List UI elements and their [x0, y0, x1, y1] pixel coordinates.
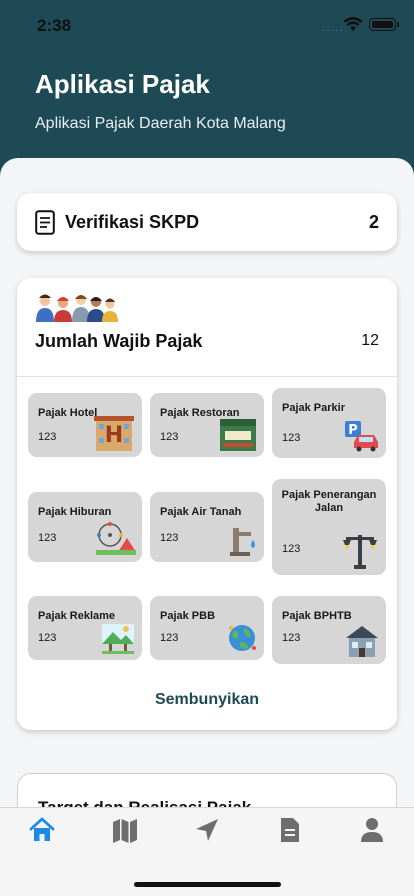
tile-pajak-hiburan[interactable]: Pajak Hiburan 123 — [28, 492, 142, 562]
tile-label: Pajak Parkir — [282, 402, 345, 414]
tile-pajak-penerangan-jalan[interactable]: Pajak Penerangan Jalan 123 — [272, 479, 386, 575]
home-icon — [29, 817, 55, 841]
tab-map[interactable] — [111, 816, 139, 844]
tile-pajak-reklame[interactable]: Pajak Reklame 123 — [28, 596, 142, 660]
main-content[interactable]: Verifikasi SKPD 2 Jumlah Wajib Pajak 12 … — [0, 158, 414, 896]
svg-text:P: P — [348, 423, 358, 438]
page-title: Aplikasi Pajak — [35, 69, 210, 99]
house-icon — [346, 626, 378, 657]
tile-label: Pajak Hotel — [38, 407, 98, 419]
tile-value: 123 — [38, 431, 57, 443]
tile-pajak-air-tanah[interactable]: Pajak Air Tanah 123 — [150, 492, 264, 562]
tile-pajak-parkir[interactable]: Pajak Parkir 123 P — [272, 388, 386, 458]
svg-text:H: H — [105, 423, 123, 448]
divider — [17, 376, 397, 377]
sembunyikan-button[interactable]: Sembunyikan — [17, 691, 397, 709]
tile-label: Pajak Reklame — [38, 610, 116, 622]
tile-pajak-restoran[interactable]: Pajak Restoran 123 — [150, 393, 264, 457]
amusement-park-icon — [96, 522, 136, 555]
tile-label: Pajak Hiburan — [38, 506, 112, 518]
globe-icon — [229, 625, 256, 651]
tile-label: Pajak Penerangan Jalan — [281, 489, 377, 514]
people-group-icon — [36, 294, 118, 322]
document-icon — [35, 210, 55, 235]
wajib-pajak-title: Jumlah Wajib Pajak — [35, 331, 203, 351]
tile-value: 123 — [38, 532, 57, 544]
home-indicator — [134, 882, 281, 887]
hotel-icon: H — [94, 416, 134, 451]
tile-label: Pajak BPHTB — [282, 610, 352, 622]
tile-value: 123 — [282, 632, 301, 644]
verifikasi-skpd-label: Verifikasi SKPD — [65, 212, 200, 232]
status-time: 2:38 — [37, 16, 72, 35]
tab-home[interactable] — [28, 816, 56, 844]
battery-icon — [369, 18, 399, 31]
map-icon — [113, 819, 137, 843]
status-bar: 2:38 ····· — [0, 0, 414, 52]
restaurant-icon — [220, 419, 256, 451]
tile-pajak-hotel[interactable]: Pajak Hotel 123 H — [28, 393, 142, 457]
verifikasi-skpd-card[interactable]: Verifikasi SKPD 2 — [17, 193, 397, 251]
street-light-icon — [343, 535, 377, 569]
page-subtitle: Aplikasi Pajak Daerah Kota Malang — [35, 115, 286, 132]
tile-value: 123 — [160, 632, 179, 644]
wajib-pajak-count: 12 — [361, 332, 379, 349]
signal-dots-icon: ····· — [322, 25, 344, 36]
app-header: Aplikasi Pajak Aplikasi Pajak Daerah Kot… — [0, 52, 414, 158]
verifikasi-skpd-count: 2 — [368, 212, 379, 232]
tile-label: Pajak Air Tanah — [160, 506, 242, 518]
tile-value: 123 — [282, 432, 301, 444]
tile-label: Pajak PBB — [160, 610, 216, 622]
tile-value: 123 — [38, 632, 57, 644]
billboard-icon — [102, 624, 134, 654]
tile-pajak-bphtb[interactable]: Pajak BPHTB 123 — [272, 596, 386, 664]
tab-documents[interactable] — [276, 816, 304, 844]
file-icon — [281, 818, 299, 842]
user-icon — [361, 818, 383, 842]
wajib-pajak-card: Jumlah Wajib Pajak 12 Pajak Hotel 123 H … — [17, 278, 397, 730]
wifi-icon — [343, 17, 363, 31]
tab-navigation[interactable] — [193, 816, 221, 844]
tile-value: 123 — [282, 543, 301, 555]
tab-profile[interactable] — [358, 816, 386, 844]
water-pump-icon — [230, 528, 255, 556]
parking-icon: P — [345, 421, 378, 452]
tile-value: 123 — [160, 431, 179, 443]
tile-value: 123 — [160, 532, 179, 544]
navigation-icon — [196, 819, 218, 841]
tile-pajak-pbb[interactable]: Pajak PBB 123 — [150, 596, 264, 660]
bottom-tab-bar — [0, 807, 414, 896]
